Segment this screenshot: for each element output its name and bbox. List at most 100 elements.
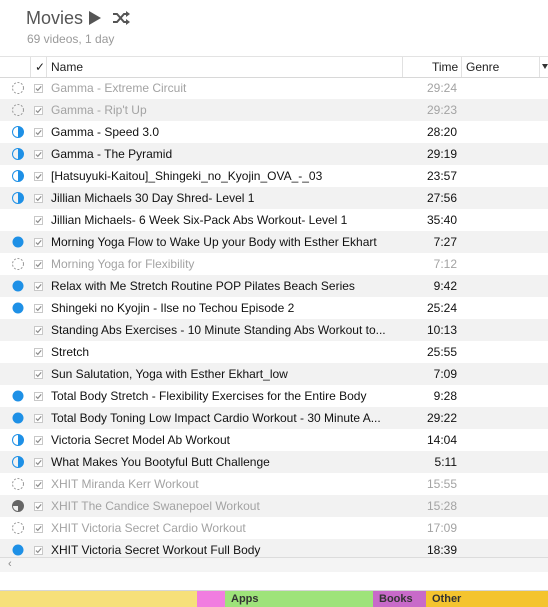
item-checkbox[interactable]: [34, 434, 43, 445]
capacity-segment-label: Books: [379, 593, 413, 605]
item-name: Gamma - The Pyramid: [51, 147, 173, 161]
item-time: 35:40: [426, 213, 457, 227]
item-time: 15:28: [426, 499, 457, 513]
item-checkbox[interactable]: [34, 82, 43, 93]
play-status-icon: [11, 191, 25, 205]
capacity-segment: Other: [426, 591, 548, 607]
item-name: Shingeki no Kyojin - Ilse no Techou Epis…: [51, 301, 295, 315]
list-item[interactable]: Gamma - Speed 3.0 28:20: [0, 121, 548, 143]
item-name: Gamma - Rip't Up: [51, 103, 147, 117]
list-item[interactable]: What Makes You Bootyful Butt Challenge 5:…: [0, 451, 548, 473]
item-checkbox[interactable]: [34, 390, 43, 401]
play-status-icon: [11, 301, 25, 315]
item-time: 25:55: [426, 345, 457, 359]
item-checkbox[interactable]: [34, 478, 43, 489]
item-checkbox[interactable]: [34, 456, 43, 467]
item-time: 15:55: [426, 477, 457, 491]
column-time[interactable]: Time: [432, 60, 458, 74]
list-item[interactable]: Total Body Toning Low Impact Cardio Work…: [0, 407, 548, 429]
item-checkbox[interactable]: [34, 192, 43, 203]
item-name: Gamma - Extreme Circuit: [51, 81, 187, 95]
list-item[interactable]: Relax with Me Stretch Routine POP Pilate…: [0, 275, 548, 297]
item-name: XHIT Victoria Secret Workout Full Body: [51, 543, 261, 557]
list-item[interactable]: XHIT Miranda Kerr Workout 15:55: [0, 473, 548, 495]
item-name: XHIT Victoria Secret Cardio Workout: [51, 521, 246, 535]
scroll-left-icon[interactable]: ‹: [8, 558, 12, 570]
item-time: 29:22: [426, 411, 457, 425]
column-header: ✓ Name Time Genre: [0, 56, 548, 78]
list-item[interactable]: Stretch 25:55: [0, 341, 548, 363]
list-item[interactable]: XHIT Victoria Secret Workout Full Body 18…: [0, 539, 548, 557]
item-checkbox[interactable]: [34, 214, 43, 225]
play-icon[interactable]: [88, 10, 102, 26]
item-checkbox[interactable]: [34, 170, 43, 181]
horizontal-scrollbar[interactable]: ‹: [0, 557, 548, 572]
list-item[interactable]: Gamma - The Pyramid 29:19: [0, 143, 548, 165]
list-item[interactable]: XHIT The Candice Swanepoel Workout 15:28: [0, 495, 548, 517]
item-checkbox[interactable]: [34, 324, 43, 335]
library-header: Movies 69 videos, 1 day: [0, 0, 548, 56]
list-item[interactable]: Standing Abs Exercises - 10 Minute Stand…: [0, 319, 548, 341]
list-item[interactable]: [Hatsuyuki-Kaitou]_Shingeki_no_Kyojin_OV…: [0, 165, 548, 187]
list-item[interactable]: Jillian Michaels- 6 Week Six-Pack Abs Wo…: [0, 209, 548, 231]
shuffle-icon[interactable]: [112, 10, 130, 26]
item-name: XHIT Miranda Kerr Workout: [51, 477, 199, 491]
item-checkbox[interactable]: [34, 148, 43, 159]
item-time: 29:24: [426, 81, 457, 95]
item-name: Morning Yoga Flow to Wake Up your Body w…: [51, 235, 377, 249]
item-checkbox[interactable]: [34, 258, 43, 269]
item-checkbox[interactable]: [34, 522, 43, 533]
column-separator[interactable]: [402, 57, 403, 77]
list-item[interactable]: Sun Salutation, Yoga with Esther Ekhart_…: [0, 363, 548, 385]
item-checkbox[interactable]: [34, 412, 43, 423]
play-status-icon: [11, 521, 25, 535]
capacity-segment-label: Other: [432, 593, 462, 605]
play-status-icon: [11, 411, 25, 425]
column-name[interactable]: Name: [51, 60, 83, 74]
page-title: Movies: [26, 8, 84, 28]
column-separator[interactable]: [30, 57, 31, 77]
item-checkbox[interactable]: [34, 236, 43, 247]
column-separator[interactable]: [461, 57, 462, 77]
item-checkbox[interactable]: [34, 126, 43, 137]
list-item[interactable]: Shingeki no Kyojin - Ilse no Techou Epis…: [0, 297, 548, 319]
item-time: 7:12: [433, 257, 457, 271]
item-checkbox[interactable]: [34, 302, 43, 313]
video-list: Gamma - Extreme Circuit 29:24 Gamma - Rip'…: [0, 77, 548, 557]
item-checkbox[interactable]: [34, 346, 43, 357]
column-genre[interactable]: Genre: [466, 60, 499, 74]
capacity-segment: [0, 591, 197, 607]
item-checkbox[interactable]: [34, 104, 43, 115]
play-status-icon: [11, 499, 25, 513]
watched-status: [11, 345, 25, 359]
item-name: XHIT The Candice Swanepoel Workout: [51, 499, 260, 513]
play-status-icon: [11, 147, 25, 161]
item-checkbox[interactable]: [34, 544, 43, 555]
item-time: 25:24: [426, 301, 457, 315]
play-status-icon: [11, 433, 25, 447]
play-status-icon: [11, 235, 25, 249]
play-status-icon: [11, 169, 25, 183]
item-checkbox[interactable]: [34, 280, 43, 291]
item-name: Stretch: [51, 345, 90, 359]
item-name: Victoria Secret Model Ab Workout: [51, 433, 230, 447]
library-summary: 69 videos, 1 day: [27, 32, 115, 46]
list-item[interactable]: Jillian Michaels 30 Day Shred- Level 1 27…: [0, 187, 548, 209]
list-item[interactable]: Gamma - Extreme Circuit 29:24: [0, 77, 548, 99]
list-item[interactable]: XHIT Victoria Secret Cardio Workout 17:09: [0, 517, 548, 539]
column-separator[interactable]: [539, 57, 540, 77]
item-checkbox[interactable]: [34, 368, 43, 379]
list-item[interactable]: Total Body Stretch - Flexibility Exercis…: [0, 385, 548, 407]
list-item[interactable]: Morning Yoga for Flexibility 7:12: [0, 253, 548, 275]
list-item[interactable]: Morning Yoga Flow to Wake Up your Body w…: [0, 231, 548, 253]
watched-status: [11, 213, 25, 227]
play-status-icon: [11, 81, 25, 95]
list-item[interactable]: Gamma - Rip't Up 29:23: [0, 99, 548, 121]
column-separator[interactable]: [46, 57, 47, 77]
item-name: Gamma - Speed 3.0: [51, 125, 160, 139]
item-checkbox[interactable]: [34, 500, 43, 511]
column-check[interactable]: ✓: [35, 60, 45, 74]
play-status-icon: [11, 455, 25, 469]
list-item[interactable]: Victoria Secret Model Ab Workout 14:04: [0, 429, 548, 451]
chevron-down-icon[interactable]: [542, 64, 548, 69]
